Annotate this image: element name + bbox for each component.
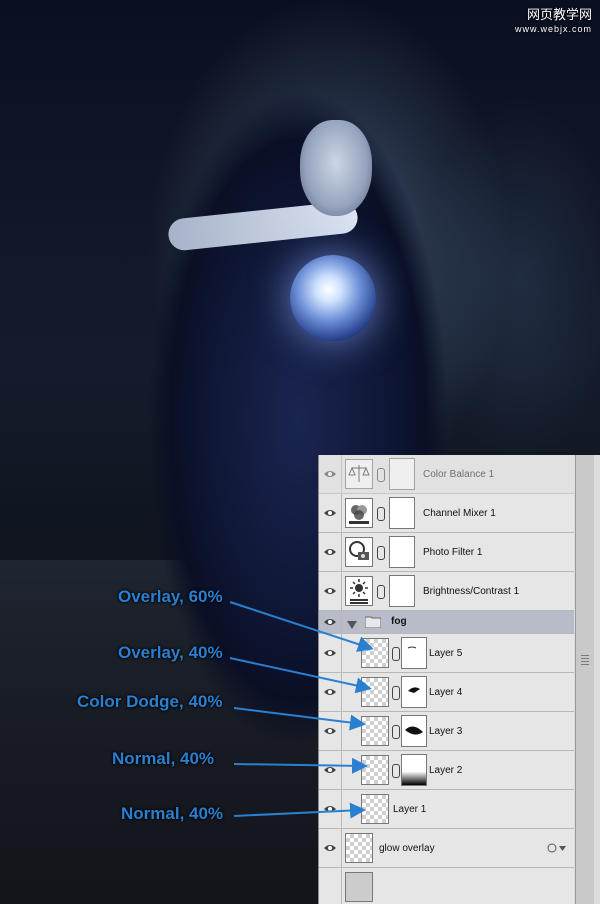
annotation-label: Overlay, 40% bbox=[118, 643, 223, 662]
layer-row[interactable]: Layer 3 bbox=[319, 712, 574, 751]
visibility-eye-icon[interactable] bbox=[319, 634, 342, 672]
glowing-orb bbox=[290, 255, 376, 341]
visibility-eye-icon[interactable] bbox=[319, 494, 342, 532]
watermark-url: www.webjx.com bbox=[514, 24, 592, 34]
layer-thumbnail bbox=[345, 833, 373, 863]
annotation-label: Overlay, 60% bbox=[118, 587, 223, 606]
layer-row[interactable]: Color Balance 1 bbox=[319, 455, 574, 494]
layer-name: Layer 2 bbox=[429, 765, 463, 776]
layer-mask-thumbnail bbox=[401, 637, 427, 669]
layer-row[interactable]: Layer 1 bbox=[319, 790, 574, 829]
disclosure-triangle-icon[interactable] bbox=[347, 617, 357, 635]
layer-thumbnail bbox=[361, 638, 389, 668]
layer-name: Layer 1 bbox=[393, 804, 427, 815]
layer-thumbnail bbox=[361, 716, 389, 746]
layer-row[interactable]: Photo Filter 1 bbox=[319, 533, 574, 572]
link-chain-icon bbox=[392, 686, 400, 700]
layer-row[interactable]: Brightness/Contrast 1 bbox=[319, 572, 574, 611]
layer-row[interactable]: Layer 4 bbox=[319, 673, 574, 712]
link-chain-icon bbox=[392, 725, 400, 739]
group-name: fog bbox=[391, 616, 407, 627]
channel-mixer-icon bbox=[345, 498, 373, 528]
layer-mask-thumbnail bbox=[389, 497, 415, 529]
visibility-eye-icon[interactable] bbox=[319, 790, 342, 828]
layer-row[interactable]: Layer 2 bbox=[319, 751, 574, 790]
layer-mask-thumbnail bbox=[389, 575, 415, 607]
annotation-label: Normal, 40% bbox=[112, 749, 215, 768]
layer-mask-thumbnail bbox=[389, 458, 415, 490]
annotation-label: Normal, 40% bbox=[121, 804, 224, 823]
layer-thumbnail bbox=[361, 794, 389, 824]
link-chain-icon bbox=[377, 546, 385, 560]
visibility-eye-icon[interactable] bbox=[319, 572, 342, 610]
layer-name: glow overlay bbox=[379, 843, 435, 854]
visibility-eye-icon[interactable] bbox=[319, 829, 342, 867]
layer-thumbnail bbox=[361, 755, 389, 785]
balance-scale-icon bbox=[345, 459, 373, 489]
watermark: 网页教学网 www.webjx.com bbox=[515, 8, 592, 36]
layers-scrollbar[interactable] bbox=[575, 455, 594, 904]
layer-mask-thumbnail bbox=[401, 754, 427, 786]
visibility-eye-icon[interactable] bbox=[319, 673, 342, 711]
effects-icon[interactable] bbox=[547, 841, 567, 859]
link-chain-icon bbox=[377, 468, 385, 482]
layer-name: Channel Mixer 1 bbox=[423, 508, 496, 519]
link-chain-icon bbox=[377, 585, 385, 599]
folder-icon bbox=[364, 615, 382, 633]
visibility-eye-icon[interactable] bbox=[319, 868, 342, 904]
layer-name: Layer 5 bbox=[429, 648, 463, 659]
layer-name: Layer 3 bbox=[429, 726, 463, 737]
layer-name: Color Balance 1 bbox=[423, 469, 495, 480]
layers-panel: Color Balance 1 Channel Mixer 1 Photo Fi… bbox=[318, 455, 600, 904]
link-chain-icon bbox=[392, 647, 400, 661]
link-chain-icon bbox=[392, 764, 400, 778]
visibility-eye-icon[interactable] bbox=[319, 455, 342, 493]
layer-thumbnail bbox=[361, 677, 389, 707]
annotation-label: Color Dodge, 40% bbox=[77, 692, 223, 711]
layer-mask-thumbnail bbox=[401, 715, 427, 747]
visibility-eye-icon[interactable] bbox=[319, 533, 342, 571]
camera-icon bbox=[345, 537, 373, 567]
scrollbar-grip[interactable] bbox=[581, 655, 589, 665]
link-chain-icon bbox=[377, 507, 385, 521]
visibility-eye-icon[interactable] bbox=[319, 751, 342, 789]
layer-name: Layer 4 bbox=[429, 687, 463, 698]
visibility-eye-icon[interactable] bbox=[319, 712, 342, 750]
layer-mask-thumbnail bbox=[401, 676, 427, 708]
layer-name: Brightness/Contrast 1 bbox=[423, 586, 520, 597]
layer-row[interactable]: Layer 5 bbox=[319, 634, 574, 673]
layer-row[interactable]: glow overlay bbox=[319, 829, 574, 868]
visibility-eye-icon[interactable] bbox=[319, 611, 342, 633]
layer-name: Photo Filter 1 bbox=[423, 547, 483, 558]
layer-row[interactable] bbox=[319, 868, 574, 904]
layer-row[interactable]: Channel Mixer 1 bbox=[319, 494, 574, 533]
sun-icon bbox=[345, 576, 373, 606]
watermark-title: 网页教学网 bbox=[526, 7, 592, 22]
layer-thumbnail bbox=[345, 872, 373, 902]
layer-mask-thumbnail bbox=[389, 536, 415, 568]
face bbox=[300, 120, 372, 216]
group-row[interactable]: fog bbox=[319, 611, 574, 634]
